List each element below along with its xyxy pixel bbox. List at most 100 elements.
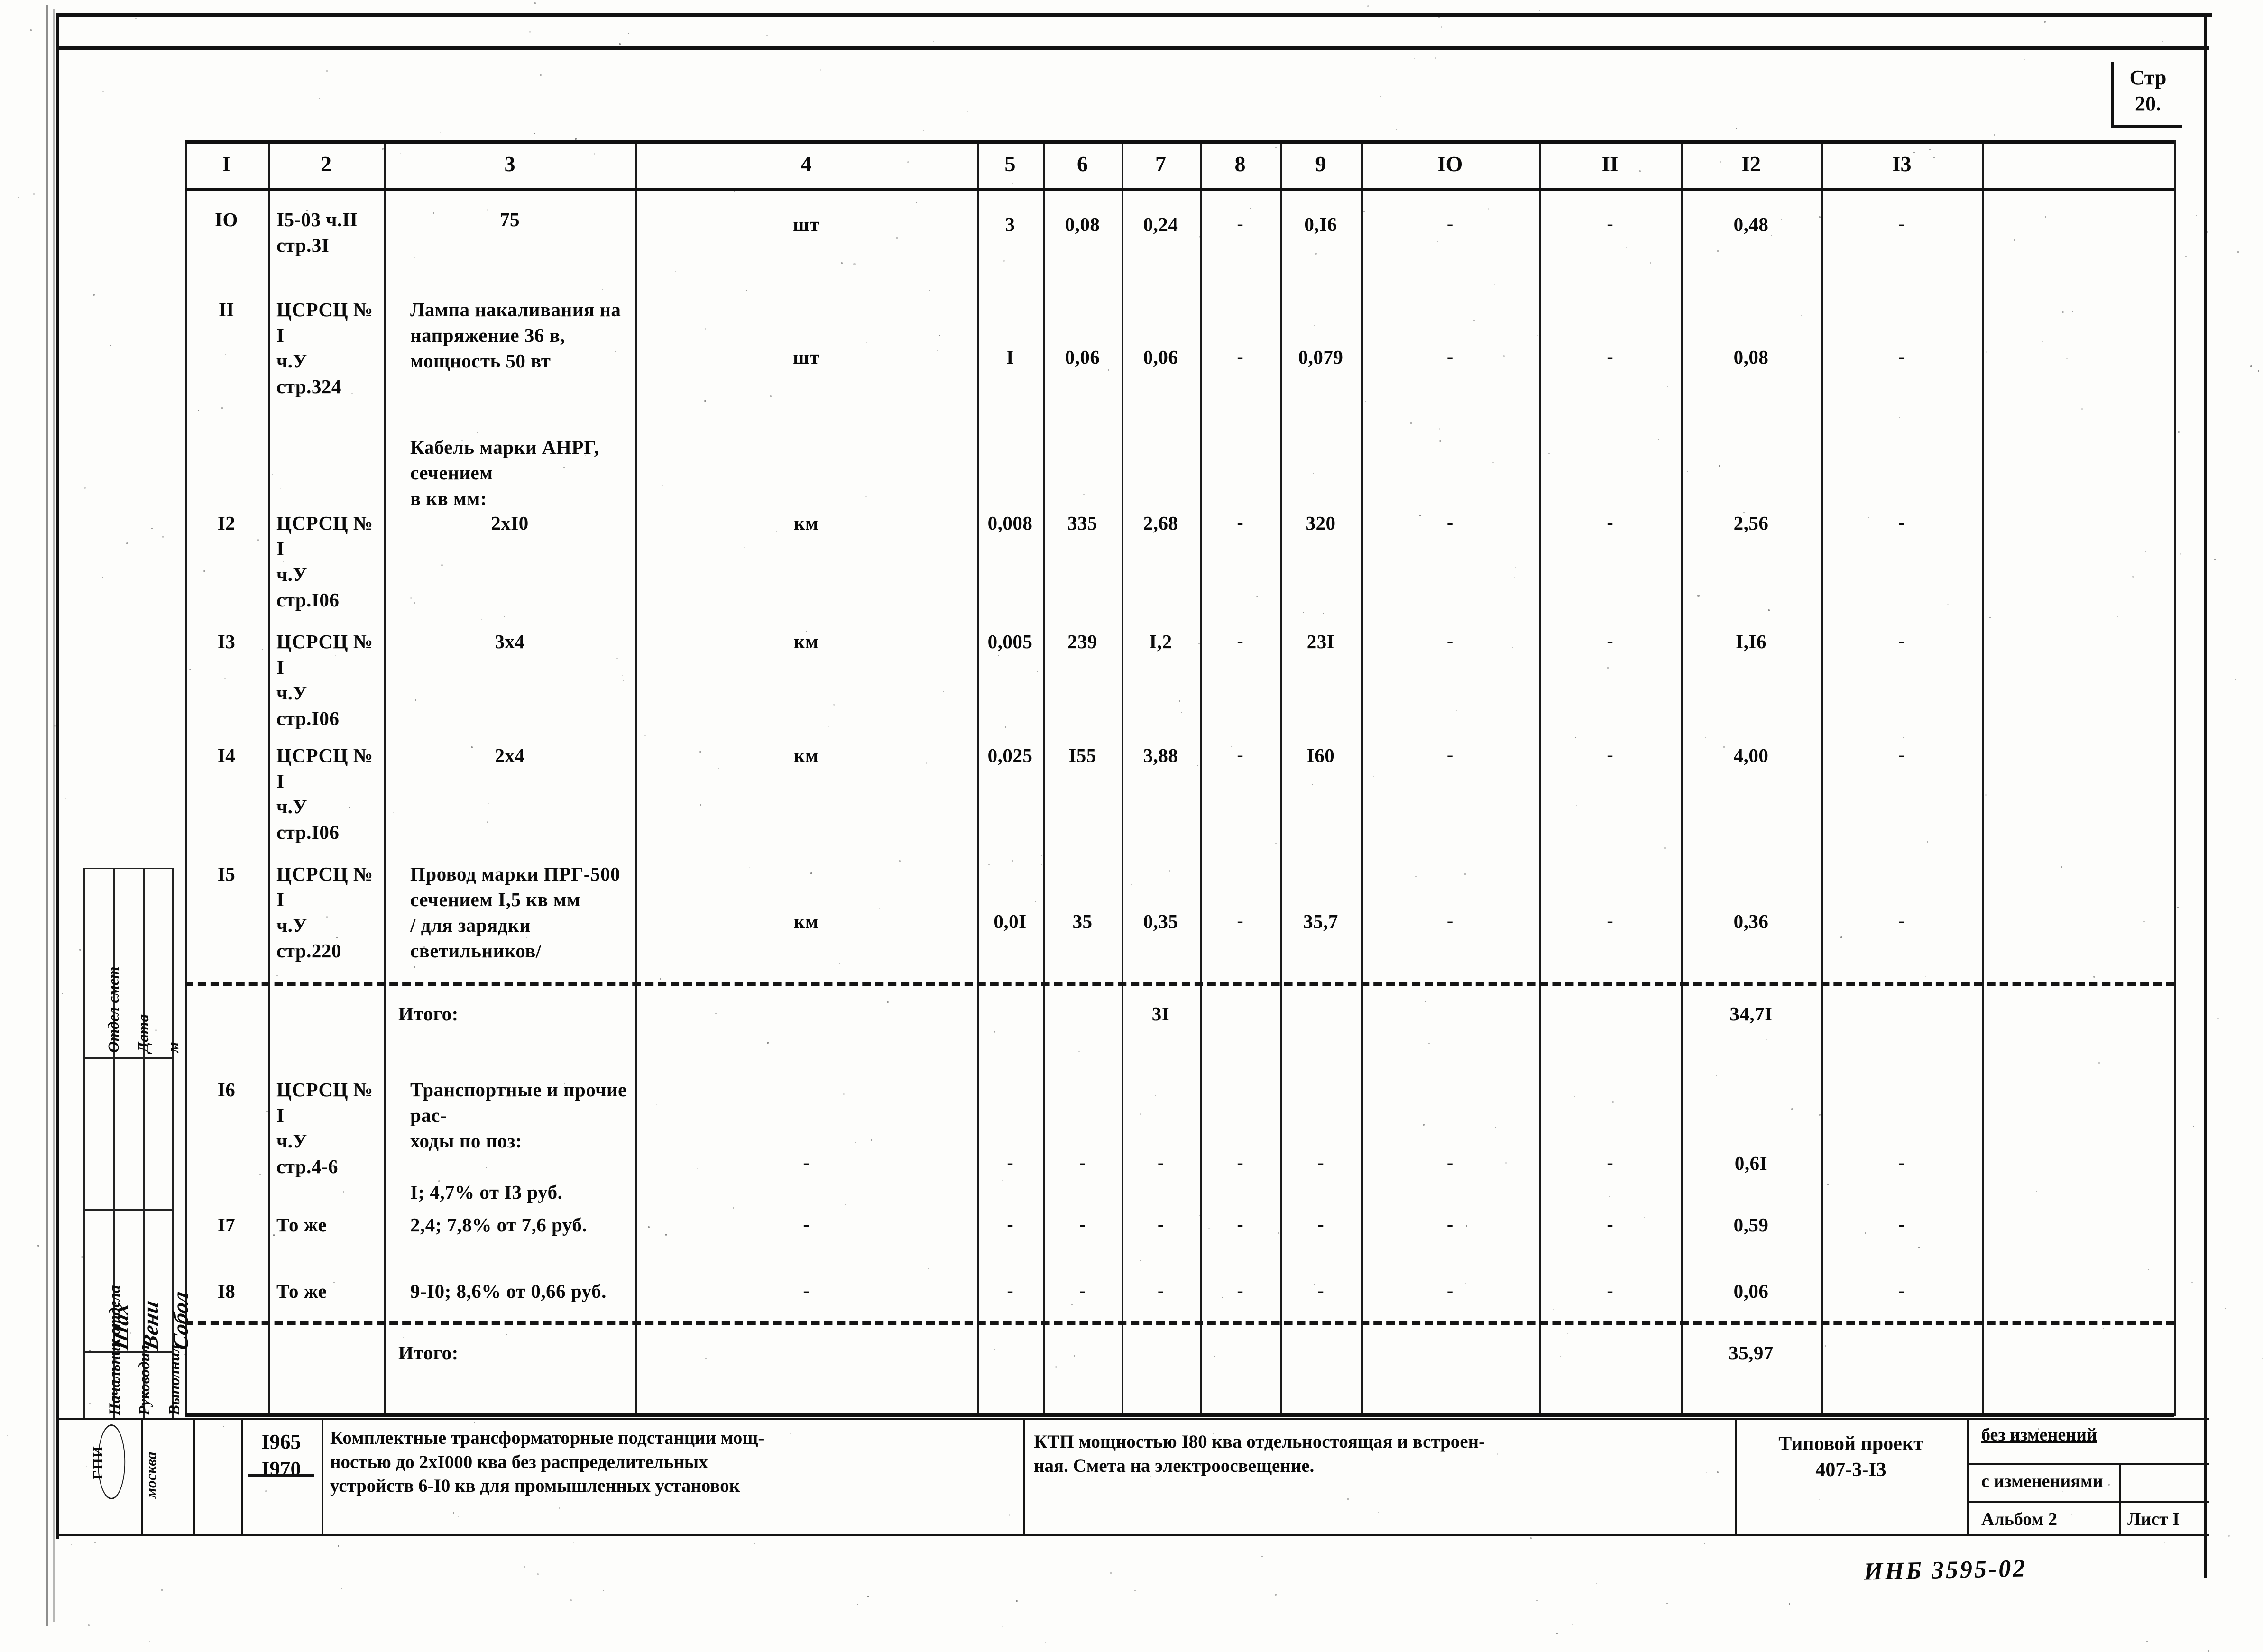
handwritten-archive-note: ИНБ 3595-02 [1863,1555,2027,1586]
table-cell: Итого: [398,1342,459,1364]
table-cell: 23I [1306,631,1335,652]
scan-speck [2225,1308,2226,1309]
table-cell-line: 9-I0; 8,6% от 0,66 руб. [410,1280,607,1302]
table-cell: 335 [1067,512,1097,534]
stamp-signature: Шах [109,1300,133,1352]
table-dashed-divider [185,982,2174,986]
signature-stamp-block: Отдел смет Дата м Начальник отдела Руководил… [83,868,193,1420]
scan-speck [2250,365,2253,367]
table-cell: - [1317,1213,1324,1235]
table-cell: 3,88 [1143,744,1178,766]
table-cell: - [1607,1152,1613,1173]
table-cell: 2xI0 [384,510,635,536]
table-header-cell: 3 [504,152,515,176]
scan-speck [1596,1582,1597,1584]
table-cell: 75 [384,207,635,232]
table-cell: - [1317,1152,1324,1173]
table-cell: - [1446,346,1453,367]
title-block-divider [1967,1418,1969,1536]
table-header-cell: I [222,152,231,176]
scan-speck [534,2,536,4]
title-block-line: ностью до 2xI000 ква без распределительн… [330,1451,708,1472]
table-cell: - [1898,1280,1905,1301]
scan-speck [1044,1642,1046,1643]
title-block-rule [56,1534,2209,1536]
scan-speck [33,193,35,195]
table-cell: 0,005 [987,631,1033,652]
title-block-line: с изменениями [1981,1471,2103,1491]
table-cell: 0,079 [1298,346,1343,368]
title-block-line: I965 [261,1430,301,1453]
table-cell-line: ЦСРСЦ № I [276,744,373,792]
table-cell: - [803,1280,810,1301]
title-block-cell: Лист I [2127,1508,2208,1531]
table-cell-line: стр.I06 [276,707,340,730]
table-cell: - [1898,346,1905,367]
logo-text: ГПИ [90,1445,106,1479]
scan-speck [37,1245,39,1247]
table-cell-line: 2x4 [495,744,525,766]
title-block-cell: Типовой проект 407-3-I3 [1744,1431,1958,1483]
table-cell-line: ч.У [276,563,307,586]
scan-speck [2262,1358,2263,1359]
title-block-divider [193,1418,195,1536]
table-cell: I,2 [1149,631,1172,652]
table-header-cell: 6 [1077,152,1088,176]
page-top-rule [56,46,2209,50]
table-cell-line: I; 4,7% от I3 руб. [410,1181,563,1203]
title-block-line: ная. Смета на электроосвещение. [1034,1455,1315,1476]
table-cell: 2x4 [384,743,635,768]
table-cell: 0,06 [1143,346,1178,368]
scan-speck [161,1589,163,1591]
stamp-row-divider [83,1057,174,1059]
table-cell: - [803,1213,810,1235]
table-cell: ЦСРСЦ № I ч.У стр.I06 [276,743,381,845]
scan-speck [2214,559,2216,560]
table-header-cell: 9 [1315,152,1326,176]
table-cell: I4 [217,744,236,766]
page-left-edge [46,5,48,1626]
table-cell: - [1446,744,1453,765]
scan-speck [754,1543,755,1544]
table-cell-line: ЦСРСЦ № I [276,512,373,560]
table-header-cell: 2 [321,152,331,176]
table-cell-line: Транспортные и прочие рас- [410,1079,627,1127]
table-cell: 35 [1072,910,1093,932]
title-block-cell: Альбом 2 [1981,1508,2114,1531]
stamp-column-header: Дата [135,1014,152,1053]
table-cell-line: в кв мм: [410,487,487,510]
table-column-divider [1982,140,1984,1416]
table-cell: I7 [217,1214,236,1236]
page-number-box: Стр 20. [2111,62,2182,128]
table-header-cell: IO [1437,152,1463,176]
table-cell: - [1237,1280,1243,1301]
table-cell: - [1446,1152,1453,1173]
title-block-rule [1967,1463,2209,1465]
table-cell: - [1237,512,1243,533]
table-header-cell: 5 [1004,152,1016,176]
table-cell: Кабель марки АНРГ, сечением в кв мм: [410,434,633,511]
table-cell: ЦСРСЦ № I ч.У стр.220 [276,861,381,964]
table-cell-line: I5-03 ч.II [276,209,358,230]
table-cell: - [1898,910,1905,931]
table-cell: - [1079,1280,1086,1301]
table-cell: - [1446,213,1453,234]
table-cell: км [793,512,819,534]
title-block-rule [1967,1501,2209,1503]
table-cell: I [1006,346,1014,368]
table-cell: км [793,631,819,652]
stamp-column-header: м [165,1042,182,1053]
scan-speck [1134,1589,1136,1591]
scan-speck [2208,1650,2209,1652]
table-cell: 320 [1306,512,1336,534]
scan-speck [2228,1535,2230,1537]
stamp-row-divider [83,1351,174,1353]
scan-speck [341,1588,342,1590]
title-block-year-rule [248,1474,314,1477]
table-cell: I8 [217,1280,236,1302]
table-cell: - [1237,1213,1243,1235]
table-cell: 2,4; 7,8% от 7,6 руб. [410,1212,633,1238]
table-cell: Транспортные и прочие рас-ходы по поз: I… [410,1077,633,1205]
table-cell-line: стр.4-6 [276,1156,339,1178]
table-cell: 0,6I [1734,1152,1768,1174]
